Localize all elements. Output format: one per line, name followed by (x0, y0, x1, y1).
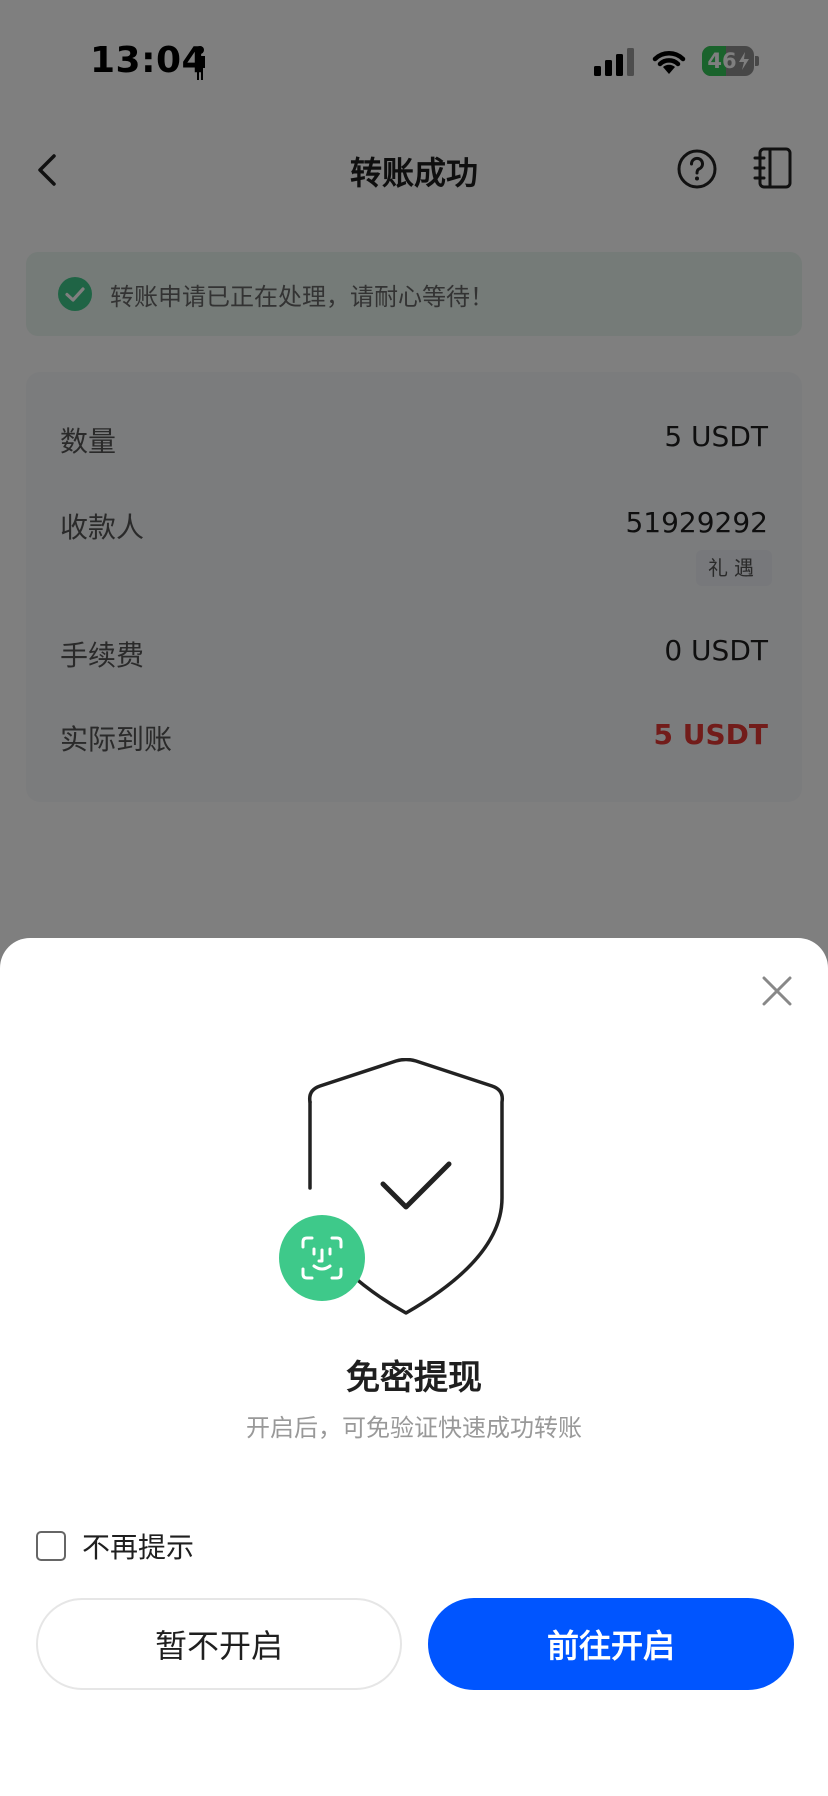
transfer-success-screen: 13:04 46 (0, 0, 828, 1796)
password-free-withdrawal-sheet: 免密提现 开启后，可免验证快速成功转账 不再提示 暂不开启 前往开启 (0, 938, 828, 1796)
shield-face-id-illustration (279, 1058, 505, 1315)
close-icon[interactable] (758, 972, 796, 1010)
sheet-subtitle: 开启后，可免验证快速成功转账 (246, 1414, 582, 1442)
dont-remind-label: 不再提示 (82, 1531, 195, 1564)
not-now-button[interactable]: 暂不开启 (36, 1598, 402, 1690)
sheet-title: 免密提现 (346, 1358, 482, 1398)
go-enable-button[interactable]: 前往开启 (428, 1598, 794, 1690)
dont-remind-checkbox[interactable] (36, 1531, 66, 1561)
dont-remind-option[interactable]: 不再提示 (36, 1526, 194, 1566)
